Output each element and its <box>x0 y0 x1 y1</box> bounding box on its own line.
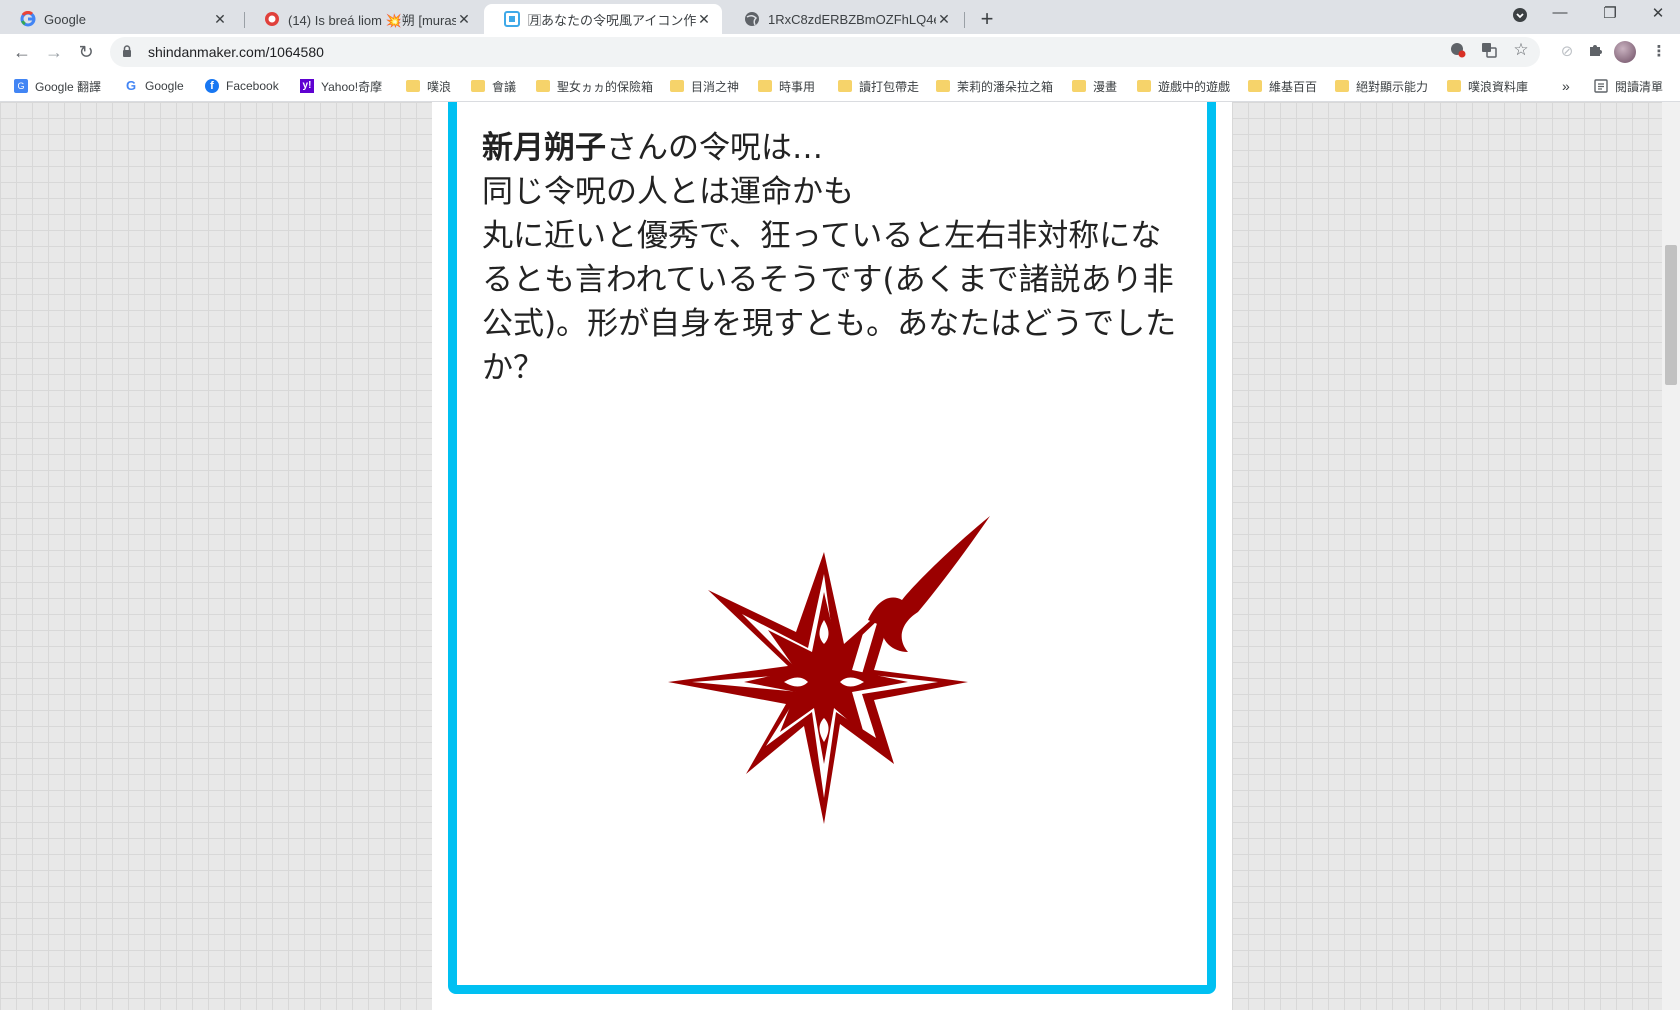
bookmark-label: 絕對顯示能力 <box>1356 79 1429 94</box>
result-name-suffix: さんの令呪は… <box>606 130 823 166</box>
extension-disabled-icon[interactable]: ⊘ <box>1556 42 1578 60</box>
facebook-icon: f <box>205 79 219 93</box>
close-window-icon[interactable]: ✕ <box>1643 4 1673 22</box>
bookmark-folder[interactable]: 維基百百 <box>1248 76 1317 96</box>
bookmark-label: 遊戲中的遊戲 <box>1158 79 1231 94</box>
bookmark-folder[interactable]: 目消之神 <box>670 76 739 96</box>
bookmark-label: Yahoo!奇摩 <box>321 79 383 94</box>
tab-separator <box>964 12 965 28</box>
back-arrow-icon[interactable]: ← <box>10 40 34 64</box>
yahoo-icon: y! <box>300 79 314 93</box>
tab-close-icon[interactable]: ✕ <box>696 11 712 28</box>
shindanmaker-favicon-icon <box>504 11 520 27</box>
bookmark-facebook[interactable]: f Facebook <box>205 76 279 96</box>
folder-icon <box>758 80 772 92</box>
google-favicon-icon <box>20 11 36 27</box>
google-icon: G <box>125 78 137 93</box>
folder-icon <box>406 80 420 92</box>
bookmark-folder[interactable]: 會議 <box>471 76 516 96</box>
result-line-2: 同じ令呪の人とは運命かも <box>482 174 854 210</box>
blocked-content-icon[interactable] <box>1448 42 1468 61</box>
reading-list-label: 閱讀清單 <box>1615 79 1664 94</box>
bookmark-folder[interactable]: 絕對顯示能力 <box>1335 76 1428 96</box>
new-tab-icon[interactable]: + <box>975 6 999 32</box>
bookmark-google-translate[interactable]: G Google 翻譯 <box>14 76 101 96</box>
bookmark-label: Google <box>145 79 184 93</box>
bookmark-label: 聖女ヵヵ的保險箱 <box>557 79 654 94</box>
tab-shindanmaker[interactable]: 🈷あなたの令呪風アイコン作る ✕ <box>484 4 722 34</box>
folder-icon <box>1335 80 1349 92</box>
tab-close-icon[interactable]: ✕ <box>936 11 952 28</box>
tab-title: 🈷あなたの令呪風アイコン作る <box>528 12 696 28</box>
translate-icon[interactable] <box>1479 42 1499 61</box>
page-viewport: 新月朔子さんの令呪は… 同じ令呪の人とは運命かも 丸に近いと優秀で、狂っていると… <box>0 102 1662 1010</box>
bookmark-folder[interactable]: 時事用 <box>758 76 815 96</box>
tab-close-icon[interactable]: ✕ <box>212 11 228 28</box>
browser-toolbar: ← → ↻ shindanmaker.com/1064580 ☆ ⊘ ⋮ <box>0 34 1680 70</box>
result-text: 新月朔子さんの令呪は… 同じ令呪の人とは運命かも 丸に近いと優秀で、狂っていると… <box>482 126 1182 390</box>
menu-kebab-icon[interactable]: ⋮ <box>1648 42 1670 60</box>
forward-arrow-icon[interactable]: → <box>42 40 66 64</box>
page-scrollbar[interactable] <box>1662 102 1680 1010</box>
bookmark-yahoo[interactable]: y! Yahoo!奇摩 <box>300 76 382 96</box>
folder-icon <box>1447 80 1461 92</box>
bookmark-folder[interactable]: 遊戲中的遊戲 <box>1137 76 1230 96</box>
url-text: shindanmaker.com/1064580 <box>148 44 324 60</box>
puzzle-icon[interactable] <box>1584 42 1606 62</box>
folder-icon <box>670 80 684 92</box>
bookmark-google[interactable]: G Google <box>124 76 184 96</box>
address-bar[interactable]: shindanmaker.com/1064580 <box>110 37 1540 67</box>
command-seal-icon <box>668 516 990 824</box>
result-name: 新月朔子 <box>482 130 606 166</box>
bookmark-label: 時事用 <box>779 79 816 94</box>
folder-icon <box>536 80 550 92</box>
tab-search-icon[interactable] <box>1505 7 1535 27</box>
bookmark-label: 噗浪資料庫 <box>1468 79 1529 94</box>
folder-icon <box>1137 80 1151 92</box>
pixiv-favicon-icon <box>264 11 280 27</box>
bookmark-label: Facebook <box>226 79 279 93</box>
tab-strip: Google ✕ (14) Is breá liom 💥朔 [murasaki … <box>0 0 1680 34</box>
scrollbar-thumb[interactable] <box>1665 245 1677 385</box>
tab-image[interactable]: 1RxC8zdERBZBmOZFhLQ4eh.p ✕ <box>724 4 962 34</box>
folder-icon <box>1072 80 1086 92</box>
bookmark-label: 維基百百 <box>1269 79 1318 94</box>
tab-title: Google <box>44 11 86 27</box>
restore-icon[interactable]: ❐ <box>1595 4 1625 22</box>
reload-icon[interactable]: ↻ <box>74 40 98 64</box>
folder-icon <box>1248 80 1262 92</box>
bookmark-label: 讀打包帶走 <box>859 79 920 94</box>
bookmark-folder[interactable]: 茉莉的潘朵拉之箱 <box>936 76 1053 96</box>
bookmarks-bar: G Google 翻譯 G Google f Facebook y! Yahoo… <box>0 70 1680 102</box>
star-icon[interactable]: ☆ <box>1511 40 1531 60</box>
bookmark-label: 漫畫 <box>1093 79 1118 94</box>
tab-title: (14) Is breá liom 💥朔 [murasaki <box>288 12 456 28</box>
tab-title: 1RxC8zdERBZBmOZFhLQ4eh.p <box>768 11 936 27</box>
lock-icon[interactable] <box>122 44 138 60</box>
bookmark-label: 噗浪 <box>427 79 452 94</box>
result-body: 丸に近いと優秀で、狂っていると左右非対称になるとも言われているそうです(あくまで… <box>482 218 1177 386</box>
bookmark-label: 茉莉的潘朵拉之箱 <box>957 79 1054 94</box>
folder-icon <box>471 80 485 92</box>
bookmark-folder[interactable]: 讀打包帶走 <box>838 76 919 96</box>
tab-close-icon[interactable]: ✕ <box>456 11 472 28</box>
tab-google[interactable]: Google ✕ <box>0 4 238 34</box>
globe-icon <box>744 11 760 27</box>
minimize-icon[interactable]: — <box>1545 4 1575 21</box>
folder-icon <box>838 80 852 92</box>
bookmark-folder[interactable]: 噗浪 <box>406 76 451 96</box>
bookmark-label: 目消之神 <box>691 79 740 94</box>
tab-pixiv[interactable]: (14) Is breá liom 💥朔 [murasaki ✕ <box>244 4 482 34</box>
bookmark-folder[interactable]: 聖女ヵヵ的保險箱 <box>536 76 653 96</box>
folder-icon <box>936 80 950 92</box>
profile-avatar[interactable] <box>1614 41 1636 63</box>
bookmark-folder[interactable]: 漫畫 <box>1072 76 1117 96</box>
google-translate-icon: G <box>14 79 28 93</box>
bookmarks-overflow-button[interactable]: » <box>1562 76 1570 96</box>
bookmark-label: 會議 <box>492 79 517 94</box>
reading-list-icon <box>1594 79 1608 93</box>
reading-list-button[interactable]: 閱讀清單 <box>1594 76 1663 96</box>
bookmark-folder[interactable]: 噗浪資料庫 <box>1447 76 1528 96</box>
bookmark-label: Google 翻譯 <box>35 79 102 94</box>
